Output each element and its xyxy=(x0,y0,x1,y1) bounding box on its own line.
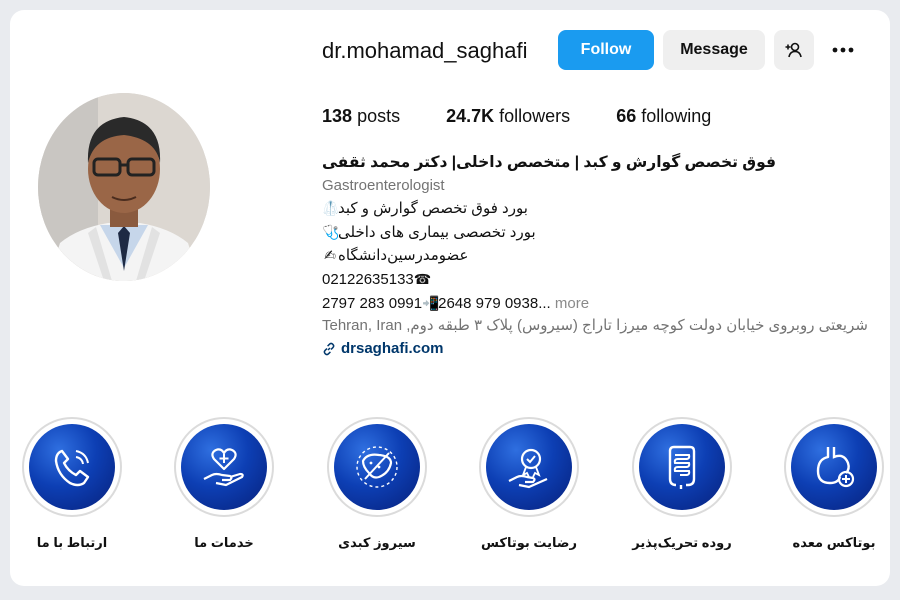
highlight-ring xyxy=(632,417,732,517)
highlight-cover xyxy=(29,424,115,510)
bio-phone-line: 02122635133☎ xyxy=(322,268,882,292)
phone-number-3: 2648 979 0938... xyxy=(438,294,551,312)
mobile-phone-icon: 📲 xyxy=(422,294,440,311)
followers-label: followers xyxy=(499,106,571,126)
highlight-cover xyxy=(639,424,725,510)
bio-line-3-text: عضومدرسین‌دانشگاه xyxy=(338,247,469,265)
posts-label: posts xyxy=(357,106,401,126)
phone-icon xyxy=(54,449,90,487)
doctor-coat-icon: 🥼 xyxy=(322,200,340,217)
intestine-icon xyxy=(668,445,696,489)
stethoscope-icon: 🩺 xyxy=(322,223,340,240)
liver-icon xyxy=(356,446,398,488)
highlight-liver-cirrhosis[interactable]: سیروز کبدی xyxy=(317,417,437,551)
profile-card: dr.mohamad_saghafi Follow Message 138 po… xyxy=(10,10,890,586)
more-link[interactable]: more xyxy=(555,295,589,312)
more-options-icon xyxy=(832,47,854,53)
message-button[interactable]: Message xyxy=(663,30,765,70)
bio-address: Tehran, Iran شریعتی روبروی خیابان دولت ک… xyxy=(322,315,888,338)
stomach-icon xyxy=(816,447,855,488)
phone-number-2: 2797 283 0991 xyxy=(322,294,423,312)
highlight-cover xyxy=(486,424,572,510)
address-city: Tehran, Iran xyxy=(322,317,403,335)
bio-name-line: فوق تخصص گوارش و کبد | متخصص داخلی| دکتر… xyxy=(322,154,776,171)
highlight-botox-satisfaction[interactable]: رضایت بوتاکس xyxy=(469,417,589,551)
highlight-our-services[interactable]: خدمات ما xyxy=(164,417,284,551)
follow-button[interactable]: Follow xyxy=(558,30,654,70)
address-text: شریعتی روبروی خیابان دولت کوچه میرزا تار… xyxy=(406,317,868,335)
highlight-label: ارتباط با ما xyxy=(36,535,108,550)
highlight-ring xyxy=(479,417,579,517)
doctor-portrait-icon xyxy=(38,93,210,281)
posts-stat[interactable]: 138 posts xyxy=(322,106,400,127)
highlight-ring xyxy=(174,417,274,517)
story-highlights: ارتباط با ما خدمات ما سیروز کبدی رضایت ب… xyxy=(10,417,890,577)
bio-line-1: 🥼بورد فوق تخصص گوارش و کبد xyxy=(322,197,882,221)
award-hand-icon xyxy=(508,448,548,489)
highlight-cover xyxy=(181,424,267,510)
bio-mobile-line: 2797 283 0991📲2648 979 0938... more xyxy=(322,292,882,316)
following-label: following xyxy=(641,106,712,126)
bio-line-2-text: بورد تخصصی بیماری های داخلی xyxy=(338,223,536,241)
profile-avatar[interactable] xyxy=(38,93,210,281)
highlight-label: رضایت بوتاکس xyxy=(481,535,577,550)
posts-count: 138 xyxy=(322,106,353,126)
phone-number-1: 02122635133 xyxy=(322,270,414,288)
highlight-cover xyxy=(791,424,877,510)
highlight-label: بوتاکس معده xyxy=(792,535,876,550)
bio-line-2: 🩺بورد تخصصی بیماری های داخلی xyxy=(322,221,882,245)
username: dr.mohamad_saghafi xyxy=(322,38,528,63)
highlight-contact-us[interactable]: ارتباط با ما xyxy=(12,417,132,551)
highlight-ring xyxy=(22,417,122,517)
followers-count: 24.7K xyxy=(446,106,495,126)
highlight-label: سیروز کبدی xyxy=(338,535,416,550)
following-count: 66 xyxy=(616,106,637,126)
heart-hand-icon xyxy=(203,448,244,487)
more-options-button[interactable] xyxy=(824,30,862,70)
telephone-icon: ☎ xyxy=(413,270,432,287)
bio-line-3: ✍ عضومدرسین‌دانشگاه xyxy=(322,244,882,268)
writing-hand-icon: ✍ xyxy=(324,247,336,264)
link-icon xyxy=(323,342,335,356)
highlight-ring xyxy=(327,417,427,517)
following-stat[interactable]: 66 following xyxy=(616,106,711,127)
followers-stat[interactable]: 24.7K followers xyxy=(446,106,570,127)
bio: فوق تخصص گوارش و کبد | متخصص داخلی| دکتر… xyxy=(322,152,882,360)
highlight-label: روده تحریک‌پذیر xyxy=(632,535,732,550)
highlight-ibs[interactable]: روده تحریک‌پذیر xyxy=(622,417,742,551)
profile-stats: 138 posts 24.7K followers 66 following xyxy=(322,106,711,127)
bio-category: Gastroenterologist xyxy=(322,176,445,194)
website-link[interactable]: drsaghafi.com xyxy=(322,338,882,361)
add-person-button[interactable] xyxy=(774,30,814,70)
add-person-icon xyxy=(785,42,802,58)
highlight-ring xyxy=(784,417,884,517)
highlight-cover xyxy=(334,424,420,510)
highlight-label: خدمات ما xyxy=(194,535,254,550)
website-text: drsaghafi.com xyxy=(341,339,444,357)
highlight-stomach-botox[interactable]: بوتاکس معده xyxy=(774,417,890,551)
bio-line-1-text: بورد فوق تخصص گوارش و کبد xyxy=(338,200,528,218)
